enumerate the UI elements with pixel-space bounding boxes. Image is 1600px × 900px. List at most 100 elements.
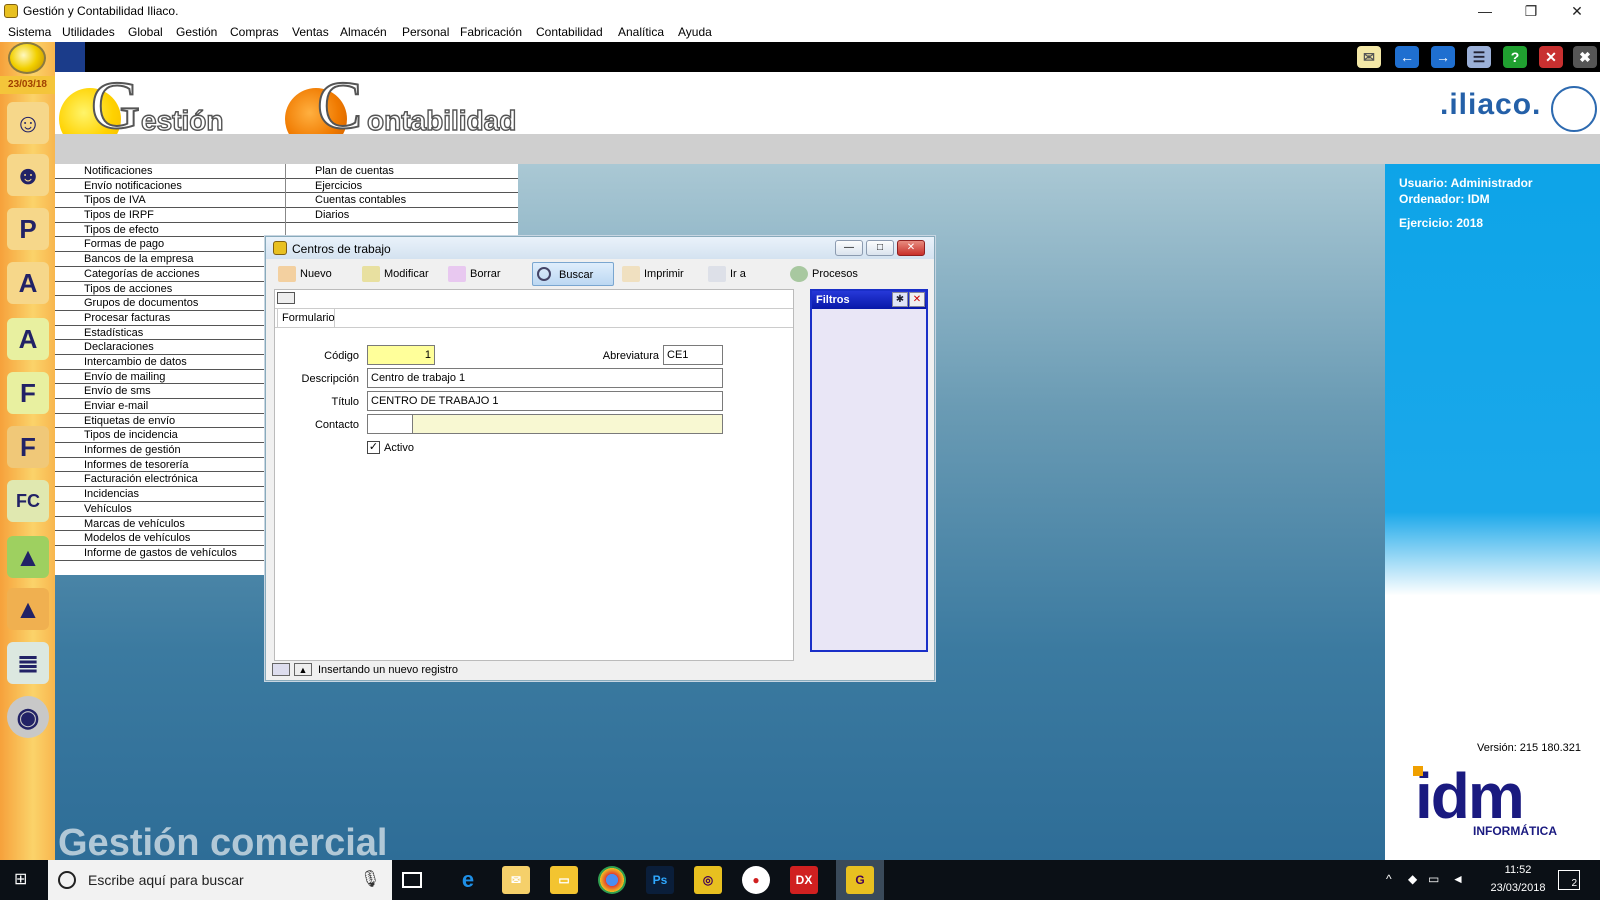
edge-browser-icon[interactable]: e <box>454 866 482 894</box>
fc-document-icon[interactable]: FC <box>7 480 49 522</box>
list-item[interactable]: Grupos de documentos <box>55 296 285 311</box>
mail-icon[interactable]: ✉ <box>1357 46 1381 68</box>
list-item[interactable]: Estadísticas <box>55 326 285 341</box>
microphone-icon[interactable]: 🎙 <box>360 860 380 900</box>
users-group-icon[interactable]: ☺ <box>7 102 49 144</box>
windows-icon[interactable]: ☰ <box>1467 46 1491 68</box>
ledger-icon[interactable]: ≣ <box>7 642 49 684</box>
menu-compras[interactable]: Compras <box>230 25 279 39</box>
red-app-icon[interactable]: ● <box>742 866 770 894</box>
volume-muted-icon[interactable]: ◄ <box>1452 872 1464 886</box>
orb-logo-icon[interactable] <box>8 42 46 74</box>
list-item[interactable]: Tipos de IVA <box>55 193 285 209</box>
outlook-mail-icon[interactable]: ✉ <box>502 866 530 894</box>
chevron-up-tray-icon[interactable]: ^ <box>1386 872 1392 886</box>
menu-personal[interactable]: Personal <box>402 25 449 39</box>
list-item[interactable]: Informes de gestión <box>55 443 285 458</box>
menu-utilidades[interactable]: Utilidades <box>62 25 115 39</box>
photoshop-icon[interactable]: Ps <box>646 866 674 894</box>
exit-icon[interactable]: ✖ <box>1573 46 1597 68</box>
dialog-title-bar[interactable]: Centros de trabajo — □ ✕ <box>266 237 934 259</box>
list-item[interactable]: Modelos de vehículos <box>55 531 285 546</box>
tab-formulario[interactable]: Formulario <box>277 308 335 328</box>
menu-sistema[interactable]: Sistema <box>8 25 51 39</box>
list-item[interactable]: Tipos de efecto <box>55 223 285 238</box>
close-all-icon[interactable]: ✕ <box>1539 46 1563 68</box>
taskbar-search-box[interactable]: Escribe aquí para buscar 🎙 <box>48 860 392 900</box>
buscar-button[interactable]: Buscar <box>532 262 614 286</box>
procesos-button[interactable]: Procesos <box>786 262 876 286</box>
dialog-maximize-button[interactable]: □ <box>866 240 894 256</box>
user-p-icon[interactable]: P <box>7 208 49 250</box>
filters-pin-icon[interactable]: ✱ <box>892 292 908 307</box>
clock-date[interactable]: 23/03/2018 <box>1484 882 1552 894</box>
list-item[interactable]: Cuentas contables <box>286 193 518 209</box>
list-item[interactable]: Notificaciones <box>55 164 285 179</box>
restore-button[interactable]: ❐ <box>1508 0 1554 22</box>
contacto-code-field[interactable] <box>367 414 413 434</box>
filters-close-icon[interactable]: ✕ <box>909 292 925 307</box>
user-icon[interactable]: ☻ <box>7 154 49 196</box>
help-icon[interactable]: ? <box>1503 46 1527 68</box>
task-view-icon[interactable] <box>402 872 422 888</box>
minimize-button[interactable]: — <box>1462 0 1508 22</box>
menu-analitica[interactable]: Analítica <box>618 25 664 39</box>
list-item[interactable]: Incidencias <box>55 487 285 502</box>
menu-ayuda[interactable]: Ayuda <box>678 25 712 39</box>
start-windows-icon[interactable]: ⊞ <box>14 871 32 889</box>
list-item[interactable]: Declaraciones <box>55 340 285 355</box>
form-view-icon[interactable] <box>277 292 295 304</box>
menu-gestion[interactable]: Gestión <box>176 25 217 39</box>
menu-ventas[interactable]: Ventas <box>292 25 329 39</box>
status-view-icon[interactable] <box>272 663 290 676</box>
list-item[interactable]: Tipos de IRPF <box>55 208 285 223</box>
list-item[interactable]: Marcas de vehículos <box>55 517 285 532</box>
menu-fabricacion[interactable]: Fabricación <box>460 25 522 39</box>
clock-time[interactable]: 11:52 <box>1488 864 1548 876</box>
list-item[interactable]: Vehículos <box>55 502 285 517</box>
dialog-close-button[interactable]: ✕ <box>897 240 925 256</box>
list-item[interactable]: Facturación electrónica <box>55 472 285 488</box>
chevron-up-icon[interactable]: ▲ <box>294 663 312 676</box>
network-icon[interactable]: ▭ <box>1428 872 1439 886</box>
descripcion-field[interactable]: Centro de trabajo 1 <box>367 368 723 388</box>
list-item[interactable]: Ejercicios <box>286 179 518 194</box>
list-item[interactable]: Informe de gastos de vehículos <box>55 546 285 561</box>
dx-app-icon[interactable]: DX <box>790 866 818 894</box>
wizard-disc-icon[interactable]: ◉ <box>7 696 49 738</box>
list-item[interactable]: Informes de tesorería <box>55 458 285 473</box>
list-item[interactable]: Envío notificaciones <box>55 179 285 194</box>
activo-checkbox[interactable]: ✓ <box>367 441 380 454</box>
list-item[interactable]: Procesar facturas <box>55 311 285 326</box>
list-item[interactable]: Tipos de incidencia <box>55 428 285 444</box>
chrome-icon[interactable] <box>598 866 626 894</box>
list-item[interactable]: Intercambio de datos <box>55 355 285 370</box>
dropbox-icon[interactable]: ◆ <box>1408 872 1417 886</box>
list-item[interactable]: Plan de cuentas <box>286 164 518 179</box>
list-item[interactable]: Tipos de acciones <box>55 282 285 297</box>
abreviatura-field[interactable]: CE1 <box>663 345 723 365</box>
iliaco-app-icon[interactable]: ◎ <box>694 866 722 894</box>
green-bag-icon[interactable]: ▲ <box>7 536 49 578</box>
imprimir-button[interactable]: Imprimir <box>618 262 702 286</box>
notification-center-icon[interactable]: 2 <box>1558 870 1580 890</box>
a-document-icon[interactable]: A <box>7 318 49 360</box>
list-item[interactable]: Etiquetas de envío <box>55 414 285 429</box>
nuevo-button[interactable]: Nuevo <box>274 262 354 286</box>
file-explorer-icon[interactable]: ▭ <box>550 866 578 894</box>
modificar-button[interactable]: Modificar <box>358 262 442 286</box>
close-button[interactable]: ✕ <box>1554 0 1600 22</box>
back-icon[interactable]: ← <box>1395 46 1419 68</box>
list-item[interactable]: Diarios <box>286 208 518 223</box>
list-item[interactable]: Envío de mailing <box>55 370 285 385</box>
menu-global[interactable]: Global <box>128 25 163 39</box>
titulo-field[interactable]: CENTRO DE TRABAJO 1 <box>367 391 723 411</box>
dialog-minimize-button[interactable]: — <box>835 240 863 256</box>
list-item[interactable]: Categorías de acciones <box>55 267 285 282</box>
f-document-icon[interactable]: F <box>7 372 49 414</box>
forward-icon[interactable]: → <box>1431 46 1455 68</box>
menu-almacen[interactable]: Almacén <box>340 25 387 39</box>
ir-a-button[interactable]: Ir a <box>704 262 774 286</box>
list-item[interactable]: Bancos de la empresa <box>55 252 285 267</box>
codigo-field[interactable]: 1 <box>367 345 435 365</box>
